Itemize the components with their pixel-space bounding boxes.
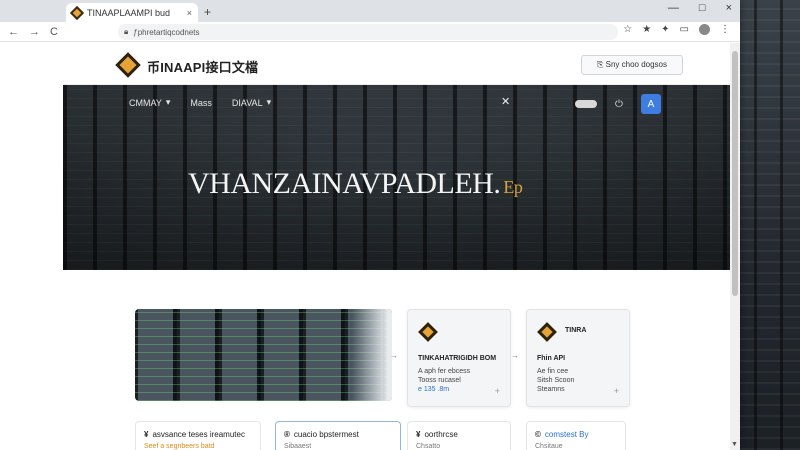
user-button[interactable]: A xyxy=(640,94,661,114)
address-url: ƒphretartiqcodnets xyxy=(133,27,200,37)
nav-item-mass[interactable]: Mass xyxy=(190,97,212,108)
tab-strip: ΤΙΝΑΑΡLAAMPI bud × + — □ × xyxy=(0,0,740,22)
profile-avatar[interactable] xyxy=(699,24,710,35)
chevron-down-icon: ▾ xyxy=(266,97,272,107)
address-bar[interactable]: 🔒︎ ƒphretartiqcodnets xyxy=(118,24,618,40)
menu-icon[interactable]: ⋮ xyxy=(720,24,730,35)
browser-tab[interactable]: ΤΙΝΑΑΡLAAMPI bud × xyxy=(66,3,198,22)
card-line: A aph fer ebcess xyxy=(418,368,471,375)
card-title: TINRA xyxy=(565,327,587,334)
card-subtitle: Sibaaest xyxy=(284,443,312,450)
toggle-switch[interactable] xyxy=(575,100,597,108)
add-icon[interactable]: + xyxy=(614,386,619,396)
hero-title-accent: Ep xyxy=(503,177,523,197)
close-icon[interactable]: ✕ xyxy=(501,95,510,108)
feature-card[interactable]: TINRA Fhin API Ae fin cee Sitsh Scoon St… xyxy=(526,309,630,407)
new-tab-icon[interactable]: + xyxy=(204,5,211,19)
lock-icon: 🔒︎ xyxy=(124,27,129,36)
nav-item-dival[interactable]: DIAVAL ▾ xyxy=(232,97,271,108)
nav-item-company[interactable]: CMMAY ▾ xyxy=(129,97,170,108)
card-title: asvsance teses ireamutec xyxy=(152,430,245,439)
extensions-icon[interactable]: ✦ xyxy=(661,24,669,35)
hero-actions: ⏻ A xyxy=(575,94,661,114)
hero-banner: CMMAY ▾ Mass DIAVAL ▾ ✕ ⏻ A VHANZAINAVPA… xyxy=(63,85,730,270)
card-subtitle: Chsatto xyxy=(416,443,441,450)
scrollbar-thumb[interactable] xyxy=(732,51,738,296)
tab-close-icon[interactable]: × xyxy=(187,8,192,18)
card-line: e 135 .8m xyxy=(418,386,450,393)
info-card[interactable]: © comstest By Chsitaue xyxy=(526,421,626,450)
arrow-right-icon: → xyxy=(390,351,398,360)
card-title: oorthrcse xyxy=(424,430,458,439)
site-favicon-icon xyxy=(69,5,85,20)
info-card[interactable]: ¥ oorthrcse Chsatto xyxy=(407,421,511,450)
hero-title: VHANZAINAVPADLEH. Ep xyxy=(188,167,523,200)
logo-icon xyxy=(418,322,438,342)
bookmarks-icon[interactable]: ★ xyxy=(642,24,651,35)
close-window-icon[interactable]: × xyxy=(726,2,732,14)
card-title: cuacio bpstermest xyxy=(293,430,359,439)
header-action-button[interactable]: ⎘ Sny choo dogsos xyxy=(581,55,683,75)
info-card[interactable]: ¥ asvsance teses ireamutec Seef a segnbee… xyxy=(135,421,261,450)
server-rack-image xyxy=(135,309,392,401)
card-line: Sitsh Scoon xyxy=(537,377,575,384)
card-symbol-icon: ¥ xyxy=(416,430,421,439)
maximize-icon[interactable]: □ xyxy=(699,2,706,14)
card-line: Tooss rucasel xyxy=(418,377,461,384)
card-subtitle: Fhin API xyxy=(537,355,566,362)
site-logo-text[interactable]: 币INAAPI接口文檔 xyxy=(147,57,258,76)
logo-icon xyxy=(537,322,557,342)
toolbar-actions: ☆ ★ ✦ ▭ ⋮ xyxy=(623,24,730,35)
chevron-down-icon: ▾ xyxy=(165,97,171,107)
tab-title: ΤΙΝΑΑΡLAAMPI bud xyxy=(87,7,171,18)
card-subtitle: Seef a segnbeers batd xyxy=(144,443,215,450)
card-subtitle: Chsitaue xyxy=(535,443,563,450)
bookmark-star-icon[interactable]: ☆ xyxy=(623,24,632,35)
card-symbol-icon: ¥ xyxy=(144,430,149,439)
minimize-icon[interactable]: — xyxy=(668,2,679,14)
forward-icon[interactable]: → xyxy=(29,26,40,38)
reload-icon[interactable]: C xyxy=(50,26,58,38)
add-icon[interactable]: + xyxy=(495,386,500,396)
info-card-active[interactable]: ® cuacio bpstermest Sibaaest xyxy=(275,421,401,450)
browser-window: ΤΙΝΑΑΡLAAMPI bud × + — □ × ← → C 🔒︎ ƒphr… xyxy=(0,0,740,450)
hero-nav: CMMAY ▾ Mass DIAVAL ▾ xyxy=(129,97,271,108)
logo-icon[interactable] xyxy=(115,52,141,78)
back-icon[interactable]: ← xyxy=(8,26,19,38)
card-title: TINKAHATRIGIDH BOM xyxy=(418,355,497,362)
site-header: 币INAAPI接口文檔 ⎘ Sny choo dogsos xyxy=(63,43,730,85)
window-controls: — □ × xyxy=(668,2,732,14)
card-title: comstest By xyxy=(544,430,589,439)
card-symbol-icon: ® xyxy=(284,430,290,439)
card-line: Steamns xyxy=(537,386,565,393)
page-scrollbar[interactable]: ▼ xyxy=(730,43,740,450)
side-panel-icon[interactable]: ▭ xyxy=(680,24,689,35)
feature-card[interactable]: TINKAHATRIGIDH BOM A aph fer ebcess Toos… xyxy=(407,309,511,407)
card-line: Ae fin cee xyxy=(537,368,569,375)
arrow-right-icon: → xyxy=(511,351,519,360)
power-icon[interactable]: ⏻ xyxy=(615,99,623,110)
scroll-down-icon[interactable]: ▼ xyxy=(731,441,738,448)
card-symbol-icon: © xyxy=(535,430,541,439)
